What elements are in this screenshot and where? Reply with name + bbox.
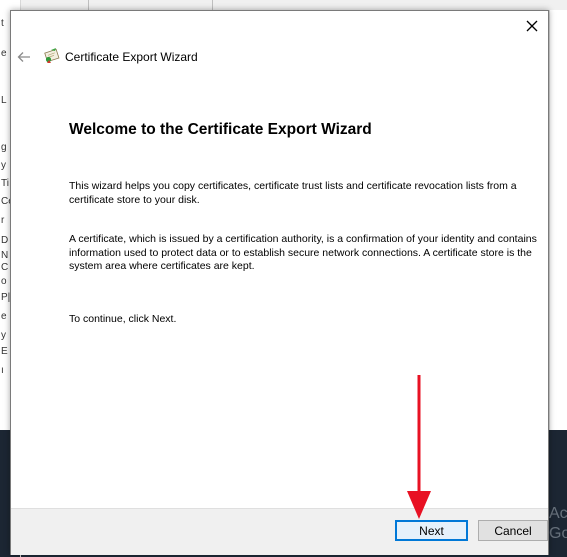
background-text-fragment: E — [1, 346, 8, 357]
background-text-fragment: e — [1, 48, 7, 59]
background-watermark-text: Ac — [549, 505, 567, 522]
description-paragraph: A certificate, which is issued by a cert… — [69, 233, 537, 272]
background-tab-edge — [212, 0, 213, 10]
background-text-fragment: o — [1, 276, 7, 287]
background-text-fragment: y — [1, 160, 6, 171]
background-text-fragment: g — [1, 142, 7, 153]
background-text-fragment: D — [1, 235, 9, 246]
back-button[interactable] — [13, 48, 35, 66]
background-text-fragment: t — [1, 18, 4, 29]
certificate-wizard-icon — [44, 48, 60, 63]
back-arrow-icon — [17, 52, 30, 62]
close-button[interactable] — [520, 14, 544, 38]
next-button[interactable]: Next — [395, 520, 468, 541]
background-text-fragment: e — [1, 311, 7, 322]
background-window-right — [549, 10, 567, 430]
background-watermark-text: Go — [549, 525, 567, 542]
dialog-title: Certificate Export Wizard — [65, 50, 198, 64]
background-desktop-right: Ac Go — [549, 430, 567, 557]
background-text-fragment: C — [1, 262, 9, 273]
dialog-footer: Next Cancel — [11, 508, 548, 555]
background-text-fragment: ı — [1, 365, 4, 376]
background-text-fragment: P| — [1, 292, 11, 303]
description-paragraph: This wizard helps you copy certificates,… — [69, 180, 517, 206]
background-tab-edge — [88, 0, 89, 10]
close-icon — [526, 20, 538, 32]
background-text-fragment: L — [1, 95, 7, 106]
red-annotation-arrow-icon — [407, 375, 431, 519]
background-text-fragment: Ti — [1, 178, 9, 189]
certificate-export-wizard-dialog: Certificate Export Wizard Welcome to the… — [10, 10, 549, 555]
background-text-fragment: y — [1, 330, 6, 341]
instruction-text: To continue, click Next. — [69, 313, 177, 325]
page-title: Welcome to the Certificate Export Wizard — [69, 121, 372, 138]
background-text-fragment: N — [1, 250, 9, 261]
background-text-fragment: r — [1, 215, 5, 226]
cancel-button[interactable]: Cancel — [478, 520, 548, 541]
